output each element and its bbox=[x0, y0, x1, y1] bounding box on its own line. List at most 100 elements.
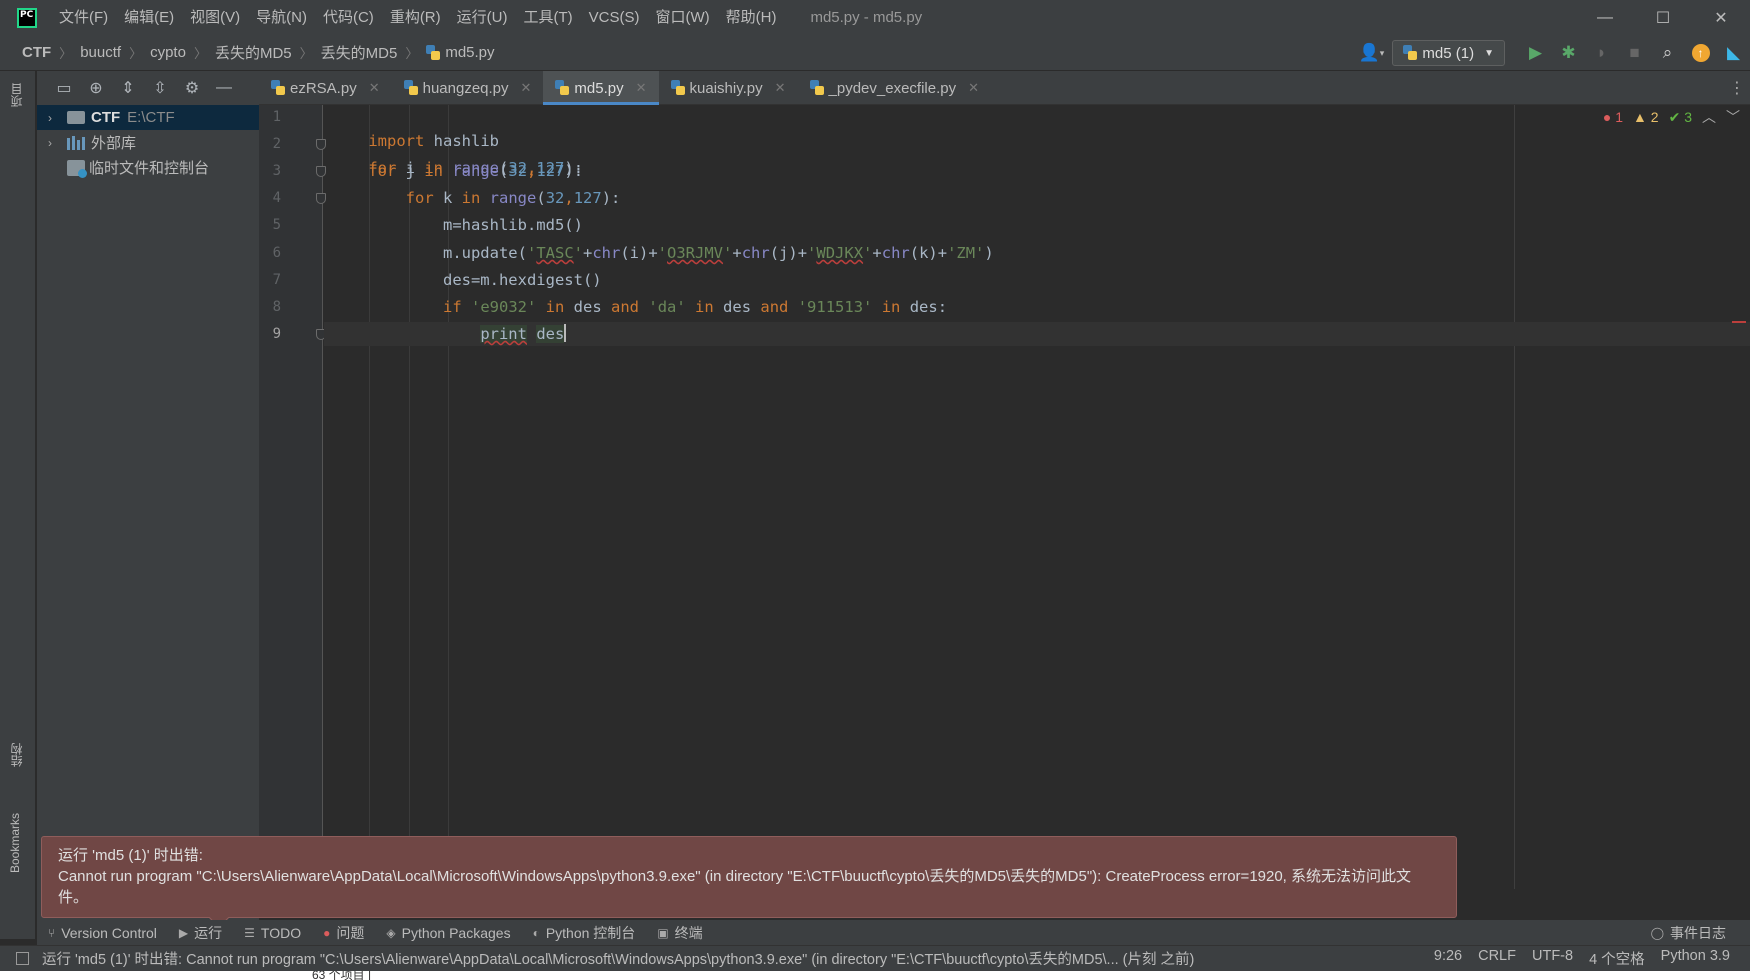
tree-item-path: E:\CTF bbox=[127, 109, 175, 126]
error-stripe-marker[interactable] bbox=[1732, 321, 1746, 323]
collapse-all-icon[interactable]: ⇳ bbox=[147, 75, 173, 101]
caret-position[interactable]: 9:26 bbox=[1434, 948, 1462, 969]
pycharm-logo-icon bbox=[17, 7, 37, 28]
maximize-button[interactable]: ☐ bbox=[1634, 0, 1692, 35]
inspection-widget[interactable]: ● 1 ▲ 2 ✔ 3 ︿ ﹀ bbox=[1603, 105, 1740, 129]
tree-item-external-libs[interactable]: › 外部库 bbox=[37, 130, 259, 155]
tab-ezrsa[interactable]: ezRSA.py ✕ bbox=[259, 71, 392, 105]
fold-marker-icon[interactable] bbox=[316, 166, 326, 177]
menu-run[interactable]: 运行(U) bbox=[449, 0, 516, 35]
typo-count[interactable]: ✔ 3 bbox=[1669, 109, 1692, 126]
close-icon[interactable]: ✕ bbox=[521, 80, 532, 96]
update-icon[interactable]: ↑ bbox=[1684, 35, 1717, 71]
menu-navigate[interactable]: 导航(N) bbox=[248, 0, 315, 35]
tab-kuaishiy[interactable]: kuaishiy.py ✕ bbox=[659, 71, 798, 105]
project-tab[interactable]: 项目 bbox=[8, 83, 25, 107]
fold-marker-icon[interactable] bbox=[316, 139, 326, 150]
line-separator[interactable]: CRLF bbox=[1478, 948, 1516, 969]
tool-python-packages[interactable]: ◈ Python Packages bbox=[375, 925, 521, 941]
chevron-up-icon[interactable]: ︿ bbox=[1702, 107, 1716, 127]
notification-body: Cannot run program "C:\Users\Alienware\A… bbox=[58, 868, 1412, 906]
line-number: 4 bbox=[272, 190, 281, 206]
run-icon[interactable]: ▶ bbox=[1519, 35, 1552, 71]
breadcrumb-md5-subfolder[interactable]: 丢失的MD5 bbox=[321, 42, 398, 63]
tool-run[interactable]: ▶ 运行 bbox=[168, 923, 233, 943]
python-interpreter[interactable]: Python 3.9 bbox=[1661, 948, 1730, 969]
gear-icon[interactable]: ⚙ bbox=[179, 75, 205, 101]
close-window-button[interactable]: ✕ bbox=[1692, 0, 1750, 35]
menu-code[interactable]: 代码(C) bbox=[315, 0, 382, 35]
structure-tab[interactable]: 结构 bbox=[8, 743, 25, 767]
menu-help[interactable]: 帮助(H) bbox=[718, 0, 785, 35]
left-tool-strip: 项目 结构 Bookmarks bbox=[0, 71, 36, 939]
breadcrumb-cypto[interactable]: cypto bbox=[150, 44, 186, 61]
bookmarks-tab[interactable]: Bookmarks bbox=[8, 813, 22, 873]
line-number: 5 bbox=[272, 217, 281, 233]
coverage-icon[interactable]: ◗ bbox=[1585, 35, 1618, 71]
right-margin-guide bbox=[1514, 105, 1515, 889]
error-notification[interactable]: 运行 'md5 (1)' 时出错: Cannot run program "C:… bbox=[41, 836, 1457, 928]
code-line-4: for k in range(32,127): bbox=[405, 189, 621, 207]
warning-count[interactable]: ▲ 2 bbox=[1633, 109, 1659, 125]
tree-item-scratches[interactable]: 临时文件和控制台 bbox=[37, 155, 259, 180]
breadcrumb-ctf[interactable]: CTF bbox=[22, 44, 51, 61]
expand-all-icon[interactable]: ⇕ bbox=[115, 75, 141, 101]
tab-pydev-execfile[interactable]: _pydev_execfile.py ✕ bbox=[798, 71, 992, 105]
tree-item-ctf[interactable]: › CTF E:\CTF bbox=[37, 105, 259, 130]
stop-icon[interactable]: ■ bbox=[1618, 35, 1651, 71]
menu-tools[interactable]: 工具(T) bbox=[515, 0, 580, 35]
breadcrumb-file[interactable]: md5.py bbox=[445, 44, 494, 61]
menu-view[interactable]: 视图(V) bbox=[182, 0, 248, 35]
plugin-icon[interactable]: ◣ bbox=[1717, 35, 1750, 71]
library-icon bbox=[67, 135, 85, 150]
toggle-tool-windows-icon[interactable] bbox=[16, 952, 29, 965]
tab-huangzeq[interactable]: huangzeq.py ✕ bbox=[392, 71, 544, 105]
python-file-icon bbox=[426, 44, 441, 61]
status-message[interactable]: 运行 'md5 (1)' 时出错: Cannot run program "C:… bbox=[42, 948, 1372, 969]
close-icon[interactable]: ✕ bbox=[636, 80, 647, 96]
tool-problems[interactable]: ● 问题 bbox=[312, 923, 375, 943]
breadcrumb: CTF 〉 buuctf 〉 cypto 〉 丢失的MD5 〉 丢失的MD5 〉… bbox=[22, 42, 495, 63]
close-icon[interactable]: ✕ bbox=[968, 80, 979, 96]
tool-todo[interactable]: ☰ TODO bbox=[233, 925, 312, 941]
fold-marker-icon[interactable] bbox=[316, 193, 326, 204]
list-icon: ☰ bbox=[244, 925, 255, 940]
tool-terminal[interactable]: ▣ 终端 bbox=[646, 923, 713, 943]
tab-md5[interactable]: md5.py ✕ bbox=[543, 71, 659, 105]
menu-window[interactable]: 窗口(W) bbox=[647, 0, 717, 35]
search-icon[interactable]: ⌕ bbox=[1651, 35, 1684, 71]
user-icon[interactable]: 👤 ▾ bbox=[1350, 35, 1392, 71]
tool-python-console[interactable]: ◐ Python 控制台 bbox=[522, 923, 647, 943]
chevron-down-icon[interactable]: ﹀ bbox=[1726, 107, 1740, 127]
menu-file[interactable]: 文件(F) bbox=[51, 0, 116, 35]
line-number: 7 bbox=[272, 272, 281, 288]
project-view-icon[interactable]: ▭ bbox=[51, 75, 77, 101]
python-file-icon bbox=[809, 80, 824, 96]
breadcrumb-buuctf[interactable]: buuctf bbox=[80, 44, 121, 61]
hide-icon[interactable]: — bbox=[211, 75, 237, 101]
run-configuration-selector[interactable]: md5 (1) ▼ bbox=[1392, 40, 1505, 66]
locate-icon[interactable]: ⊕ bbox=[83, 75, 109, 101]
file-encoding[interactable]: UTF-8 bbox=[1532, 948, 1573, 969]
code-editor[interactable]: 1 2 3 4 5 6 7 8 9 import hashlib for i i… bbox=[259, 105, 1750, 889]
code-line-9: print des bbox=[480, 324, 567, 343]
tool-version-control[interactable]: ⑂ Version Control bbox=[37, 925, 168, 941]
python-icon: ◐ bbox=[532, 925, 540, 940]
tool-event-log[interactable]: ◯ 事件日志 bbox=[1651, 923, 1726, 943]
debug-icon[interactable]: ✱ bbox=[1552, 35, 1585, 71]
title-bar: 文件(F) 编辑(E) 视图(V) 导航(N) 代码(C) 重构(R) 运行(U… bbox=[0, 0, 1750, 35]
chevron-right-icon[interactable]: › bbox=[43, 111, 57, 125]
error-count[interactable]: ● 1 bbox=[1603, 109, 1623, 125]
notification-title: 运行 'md5 (1)' 时出错: bbox=[58, 847, 203, 864]
close-icon[interactable]: ✕ bbox=[775, 80, 786, 96]
indent-setting[interactable]: 4 个空格 bbox=[1589, 948, 1645, 969]
menu-edit[interactable]: 编辑(E) bbox=[116, 0, 182, 35]
menu-vcs[interactable]: VCS(S) bbox=[581, 0, 648, 35]
navbar-actions: 👤 ▾ md5 (1) ▼ ▶ ✱ ◗ ■ ⌕ ↑ ◣ bbox=[1350, 35, 1750, 71]
menu-refactor[interactable]: 重构(R) bbox=[382, 0, 449, 35]
breadcrumb-md5-folder[interactable]: 丢失的MD5 bbox=[215, 42, 292, 63]
more-tabs-icon[interactable]: ⋮ bbox=[1724, 71, 1750, 105]
close-icon[interactable]: ✕ bbox=[369, 80, 380, 96]
chevron-right-icon[interactable]: › bbox=[43, 136, 57, 150]
minimize-button[interactable]: — bbox=[1576, 0, 1634, 35]
